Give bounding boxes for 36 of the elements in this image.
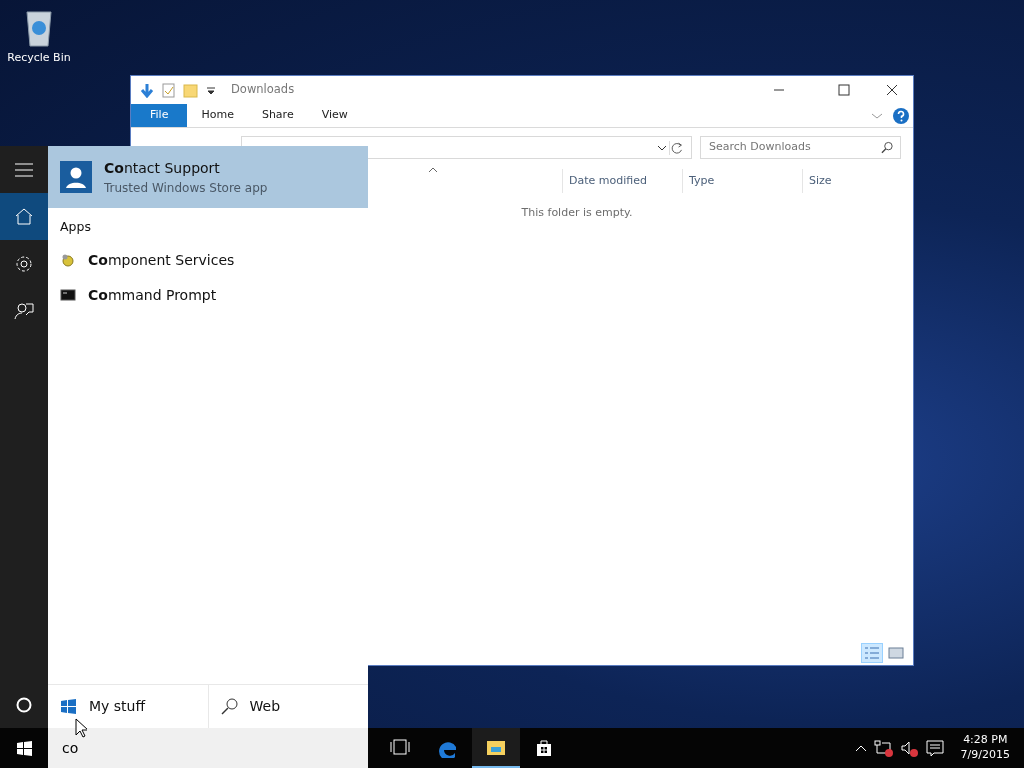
search-icon: [220, 698, 238, 715]
clock-date[interactable]: 7/9/2015: [960, 748, 1010, 763]
taskbar-button[interactable]: [472, 728, 520, 768]
search-icon[interactable]: [881, 140, 894, 155]
icon-label[interactable]: Recycle Bin: [4, 50, 74, 67]
column-header[interactable]: Size: [802, 169, 882, 193]
column-header[interactable]: Type: [682, 169, 802, 193]
rail-button[interactable]: [0, 193, 48, 240]
person-icon: [60, 161, 92, 193]
search-input[interactable]: co: [60, 736, 368, 760]
circle-icon: [15, 695, 33, 714]
ribbon-tab[interactable]: View: [307, 104, 362, 127]
search-field[interactable]: Search Downloads: [700, 136, 901, 159]
empty-message: This folder is empty.: [520, 205, 634, 221]
top-result[interactable]: Contact Support Trusted Windows Store app: [48, 146, 368, 208]
notification-icon[interactable]: [924, 738, 945, 758]
help-icon[interactable]: [892, 106, 910, 125]
result-title: Contact Support: [104, 158, 221, 178]
network-icon[interactable]: [873, 738, 894, 758]
ribbon-tab[interactable]: Share: [247, 104, 308, 127]
column-header[interactable]: Date modified: [562, 169, 682, 193]
result-subtitle: Trusted Windows Store app: [104, 179, 268, 197]
download-icon[interactable]: [139, 82, 155, 98]
ribbon-tab[interactable]: Home: [187, 104, 248, 127]
search-result[interactable]: Command Prompt: [48, 277, 368, 313]
windows-icon: [15, 739, 33, 757]
search-result[interactable]: Component Services: [48, 242, 368, 278]
section-heading: Apps: [59, 218, 92, 236]
windows-icon: [60, 698, 77, 715]
scope-button[interactable]: My stuff: [48, 685, 208, 728]
search-box[interactable]: co: [48, 728, 368, 768]
store-icon: [534, 738, 554, 758]
clock-time[interactable]: 4:28 PM: [960, 733, 1010, 748]
task-view-icon: [390, 738, 410, 758]
terminal-icon: [60, 287, 76, 304]
window-title: Downloads: [231, 81, 295, 99]
